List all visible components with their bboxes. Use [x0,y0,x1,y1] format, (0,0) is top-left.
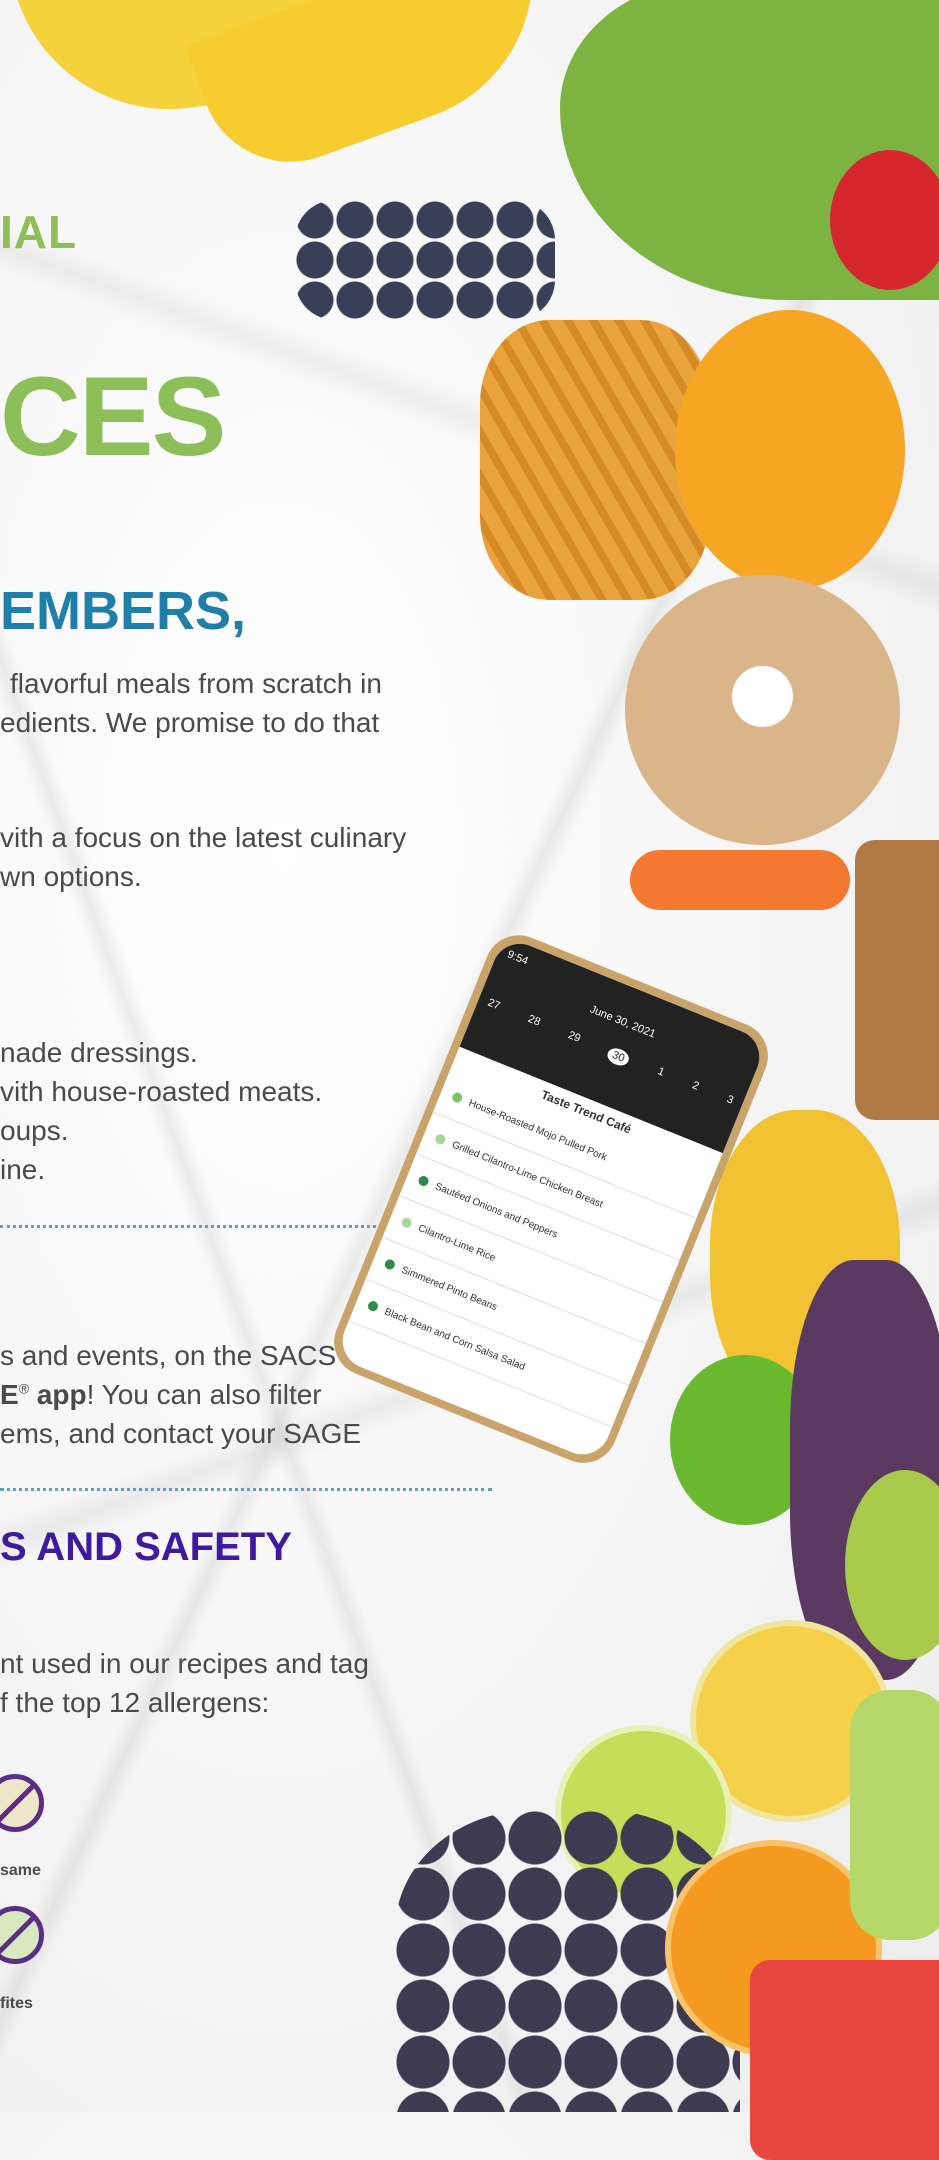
list-item: vith house-roasted meats. [0,1076,323,1107]
allergen-label: same [0,1862,41,1879]
allergen-label: fites [0,1995,33,2012]
blueberries-image [295,200,555,320]
strawberry-image [830,150,939,290]
list-item: nade dressings. [0,1037,198,1068]
phone-day-selected[interactable]: 30 [605,1045,632,1069]
status-dot-icon [417,1174,431,1188]
list-item: ine. [0,1154,46,1185]
no-sulfites-icon [0,1906,44,1964]
phone-day[interactable]: 29 [565,1029,582,1048]
watermelon-image [750,1960,939,2160]
green-grapes-image [850,1690,939,1940]
safety-paragraph-line: nt used in our recipes and tag [0,1648,369,1679]
members-paragraph-line: edients. We promise to do that [0,707,380,738]
app-paragraph-line: E® app! You can also filter [0,1379,322,1411]
phone-time: 9:54 [505,948,530,968]
spice-bowl-image [855,840,939,1120]
members-paragraph-line: vith a focus on the latest culinary [0,822,407,853]
members-paragraph-line: wn options. [0,861,142,892]
bagel-image [625,575,900,845]
phone-day[interactable]: 3 [724,1093,735,1110]
safety-heading: S AND SAFETY [0,1525,292,1569]
status-dot-icon [400,1216,414,1230]
app-word: app [29,1379,87,1410]
phone-day[interactable]: 28 [525,1013,542,1032]
status-dot-icon [366,1299,380,1313]
yellow-pepper-image [675,310,905,590]
registered-mark: ® [18,1380,30,1397]
status-dot-icon [450,1091,464,1105]
phone-day[interactable]: 2 [689,1079,701,1096]
members-paragraph-line: flavorful meals from scratch in [10,668,382,699]
app-paragraph-line: ems, and contact your SAGE [0,1418,362,1449]
phone-day[interactable]: 27 [484,997,502,1016]
carrot-image [630,850,850,910]
members-heading: EMBERS, [0,581,247,641]
phone-day[interactable]: 1 [654,1065,666,1082]
status-dot-icon [383,1257,397,1271]
dotted-divider [0,1488,492,1491]
list-item: oups. [0,1115,69,1146]
section-kicker: IAL [0,206,78,258]
no-sesame-icon [0,1774,44,1832]
banana-image [185,0,575,188]
app-paragraph-line: s and events, on the SACS [0,1340,337,1371]
hero-title: CES [0,354,226,479]
safety-paragraph-line: f the top 12 allergens: [0,1687,270,1718]
status-dot-icon [433,1132,447,1146]
app-line-rest: ! You can also filter [86,1379,322,1410]
app-name: E [0,1379,19,1410]
